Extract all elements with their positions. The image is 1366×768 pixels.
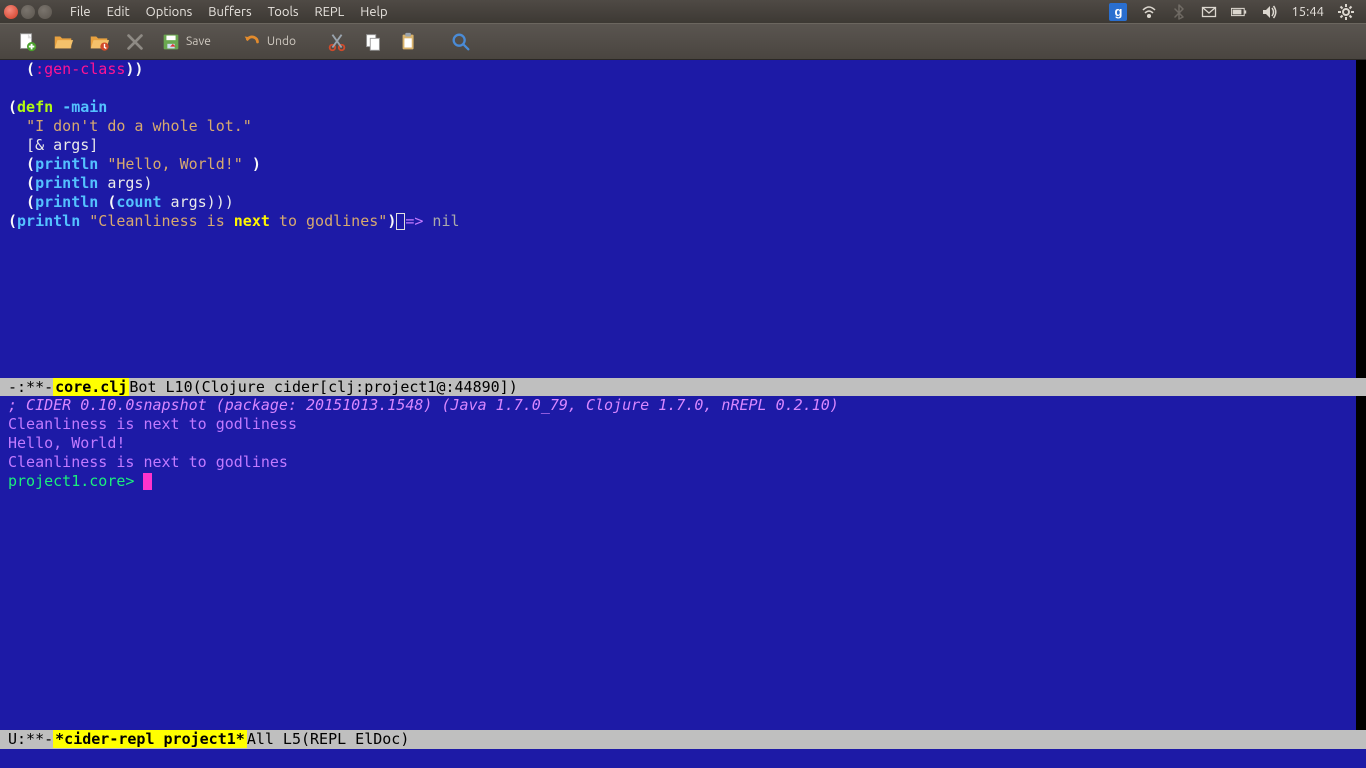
cut-button[interactable] [320, 28, 354, 56]
save-dir-button[interactable] [82, 28, 116, 56]
undo-button[interactable]: Undo [235, 28, 302, 56]
code-line: (println "Cleanliness is next to godline… [8, 212, 1348, 231]
undo-button-label: Undo [267, 35, 296, 48]
emacs-toolbar: Save Undo [0, 23, 1366, 59]
minimize-icon[interactable] [21, 5, 35, 19]
system-tray: g 15:44 [1109, 3, 1362, 21]
modeline-position: Bot L10 [129, 378, 192, 396]
modeline-mode: (Clojure cider[clj:project1@:44890]) [193, 378, 518, 396]
modeline-repl[interactable]: U:**- *cider-repl project1* All L5 (REPL… [0, 730, 1366, 749]
modeline-prefix: -:**- [8, 378, 53, 396]
menu-buffers[interactable]: Buffers [200, 5, 259, 19]
modeline-mode: (REPL ElDoc) [301, 730, 409, 748]
menu-help[interactable]: Help [352, 5, 395, 19]
battery-icon[interactable] [1231, 4, 1247, 20]
close-icon[interactable] [4, 5, 18, 19]
os-menubar: File Edit Options Buffers Tools REPL Hel… [0, 0, 1366, 23]
window-controls [4, 5, 52, 19]
repl-output-line: Cleanliness is next to godliness [8, 415, 1348, 434]
repl-output-line: Cleanliness is next to godlines [8, 453, 1348, 472]
modeline-position: All L5 [247, 730, 301, 748]
modeline-buffer-name: core.clj [53, 378, 129, 396]
save-button[interactable]: Save [154, 28, 217, 56]
new-file-button[interactable] [10, 28, 44, 56]
maximize-icon[interactable] [38, 5, 52, 19]
code-line: (println "Hello, World!" ) [8, 155, 1348, 174]
modeline-buffer-name: *cider-repl project1* [53, 730, 247, 748]
code-line: (println (count args))) [8, 193, 1348, 212]
save-button-label: Save [186, 35, 211, 48]
minibuffer[interactable] [0, 749, 1366, 768]
mail-icon[interactable] [1201, 4, 1217, 20]
menu-edit[interactable]: Edit [99, 5, 138, 19]
repl-prompt-line: project1.core> [8, 472, 1348, 491]
editor-pane[interactable]: (:gen-class)) (defn -main "I don't do a … [0, 60, 1366, 378]
repl-output-line: Hello, World! [8, 434, 1348, 453]
menu-repl[interactable]: REPL [307, 5, 353, 19]
goldendict-icon[interactable]: g [1109, 3, 1127, 21]
menu-file[interactable]: File [62, 5, 99, 19]
editor-cursor [396, 213, 405, 230]
code-line: "I don't do a whole lot." [8, 117, 1348, 136]
open-file-button[interactable] [46, 28, 80, 56]
code-line: (defn -main [8, 98, 1348, 117]
volume-icon[interactable] [1261, 4, 1277, 20]
repl-banner: ; CIDER 0.10.0snapshot (package: 2015101… [8, 396, 1348, 415]
repl-prompt: project1.core> [8, 472, 143, 490]
code-line [8, 79, 1348, 98]
menu-tools[interactable]: Tools [260, 5, 307, 19]
code-line: (:gen-class)) [8, 60, 1348, 79]
repl-pane[interactable]: ; CIDER 0.10.0snapshot (package: 2015101… [0, 396, 1366, 730]
search-button[interactable] [444, 28, 478, 56]
modeline-prefix: U:**- [8, 730, 53, 748]
code-line: [& args] [8, 136, 1348, 155]
clock[interactable]: 15:44 [1291, 5, 1324, 19]
menu-options[interactable]: Options [138, 5, 201, 19]
copy-button[interactable] [356, 28, 390, 56]
close-button[interactable] [118, 28, 152, 56]
paste-button[interactable] [392, 28, 426, 56]
wifi-icon[interactable] [1141, 4, 1157, 20]
code-line: (println args) [8, 174, 1348, 193]
repl-cursor [143, 473, 152, 490]
gear-icon[interactable] [1338, 4, 1354, 20]
modeline-editor[interactable]: -:**- core.clj Bot L10 (Clojure cider[cl… [0, 378, 1366, 397]
bluetooth-icon[interactable] [1171, 4, 1187, 20]
